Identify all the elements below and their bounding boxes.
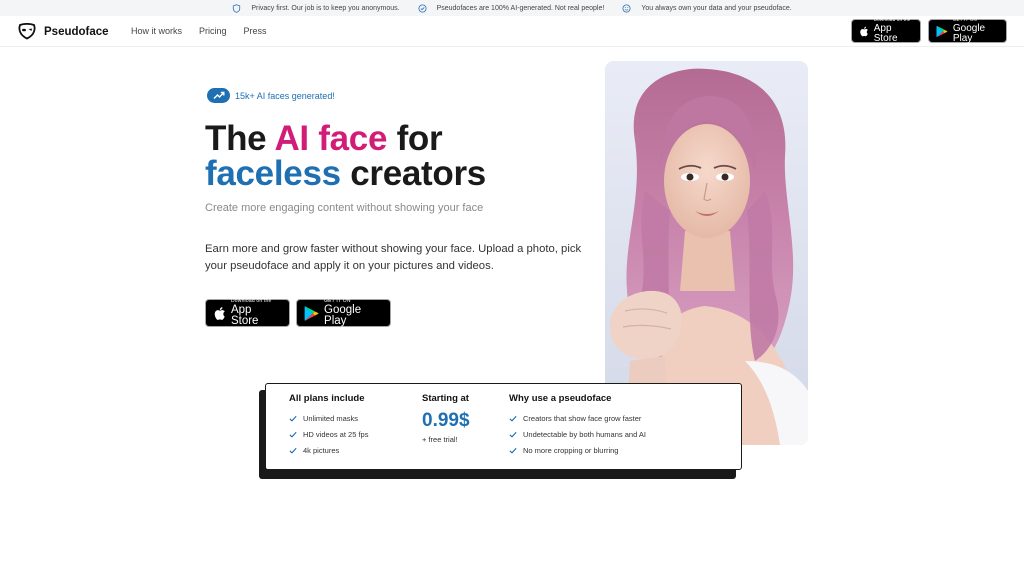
badge-check-icon: [418, 3, 427, 13]
info-item-privacy: Privacy first. Our job is to keep you an…: [232, 3, 400, 13]
badge-text: 15k+ AI faces generated!: [235, 90, 335, 101]
title-highlight-faceless: faceless: [205, 154, 341, 193]
faces-generated-badge: 15k+ AI faces generated!: [207, 88, 335, 103]
google-play-big-label: Google Play: [952, 22, 986, 44]
list-item: Unlimited masks: [289, 410, 368, 426]
app-store-big-label: App Store: [230, 303, 259, 327]
nav-how-it-works[interactable]: How it works: [131, 26, 182, 36]
brand-logo[interactable]: Pseudoface: [17, 23, 109, 40]
google-play-small-label: GET IT ON: [324, 297, 351, 304]
title-part2: for: [387, 119, 443, 158]
pricing-column: Starting at 0.99$ + free trial!: [422, 393, 470, 444]
why-column: Why use a pseudoface Creators that show …: [509, 393, 646, 458]
check-icon: [289, 447, 297, 454]
google-play-icon: [304, 305, 319, 321]
check-icon: [509, 447, 517, 454]
feature-text: HD videos at 25 fps: [303, 429, 369, 439]
trend-pill: [207, 88, 230, 103]
site-header: Pseudoface How it works Pricing Press Do…: [0, 16, 1024, 47]
hero-subtitle: Create more engaging content without sho…: [205, 202, 484, 214]
reason-text: Undetectable by both humans and AI: [523, 429, 647, 439]
check-icon: [289, 431, 297, 438]
feature-text: Unlimited masks: [303, 413, 359, 423]
apple-icon: [860, 26, 868, 36]
top-info-bar: Privacy first. Our job is to keep you an…: [0, 0, 1024, 16]
check-icon: [509, 415, 517, 422]
list-item: Undetectable by both humans and AI: [509, 426, 646, 442]
nav-pricing[interactable]: Pricing: [199, 26, 227, 36]
title-highlight-ai-face: AI face: [274, 119, 388, 158]
mask-logo-icon: [18, 23, 36, 40]
trial-text: + free trial!: [422, 435, 458, 444]
list-item: No more cropping or blurring: [509, 442, 646, 458]
google-play-big-label: Google Play: [324, 303, 362, 327]
main-nav: How it works Pricing Press: [131, 26, 267, 36]
nav-press[interactable]: Press: [244, 26, 267, 36]
trending-up-icon: [213, 91, 224, 99]
hero-title: The AI face for faceless creators: [205, 121, 486, 191]
check-icon: [289, 415, 297, 422]
app-store-big-label: App Store: [873, 22, 898, 44]
hero-app-store-button[interactable]: Download on the App Store: [205, 297, 290, 327]
info-text-data: You always own your data and your pseudo…: [641, 4, 792, 12]
app-store-small-label: Download on the: [230, 297, 272, 304]
plans-features-column: All plans include Unlimited masks HD vid…: [289, 393, 368, 458]
check-icon: [509, 431, 517, 438]
list-item: Creators that show face grow faster: [509, 410, 646, 426]
title-part3: creators: [340, 154, 486, 193]
pricing-title: Starting at: [422, 393, 469, 404]
feature-text: 4k pictures: [303, 445, 340, 455]
plans-card: All plans include Unlimited masks HD vid…: [265, 383, 742, 470]
header-app-store-button[interactable]: Download on the App Store: [851, 18, 921, 44]
price-value: 0.99$: [422, 410, 470, 431]
list-item: 4k pictures: [289, 442, 368, 458]
hero-description: Earn more and grow faster without showin…: [205, 243, 582, 272]
google-play-icon: [936, 25, 948, 37]
smile-icon: [622, 3, 631, 13]
info-text-privacy: Privacy first. Our job is to keep you an…: [251, 4, 400, 12]
reason-text: Creators that show face grow faster: [523, 413, 642, 423]
info-item-ai: Pseudofaces are 100% AI-generated. Not r…: [418, 3, 605, 13]
shield-icon: [233, 3, 241, 13]
hero-google-play-button[interactable]: GET IT ON Google Play: [296, 297, 391, 327]
apple-icon: [214, 306, 225, 320]
info-text-ai: Pseudofaces are 100% AI-generated. Not r…: [436, 4, 605, 12]
why-title: Why use a pseudoface: [509, 393, 612, 404]
header-google-play-button[interactable]: GET IT ON Google Play: [928, 18, 1007, 44]
plans-features-title: All plans include: [289, 393, 365, 404]
info-item-data: You always own your data and your pseudo…: [622, 3, 792, 13]
list-item: HD videos at 25 fps: [289, 426, 368, 442]
reason-text: No more cropping or blurring: [523, 445, 619, 455]
title-part1: The: [205, 119, 275, 158]
brand-name: Pseudoface: [44, 25, 109, 38]
